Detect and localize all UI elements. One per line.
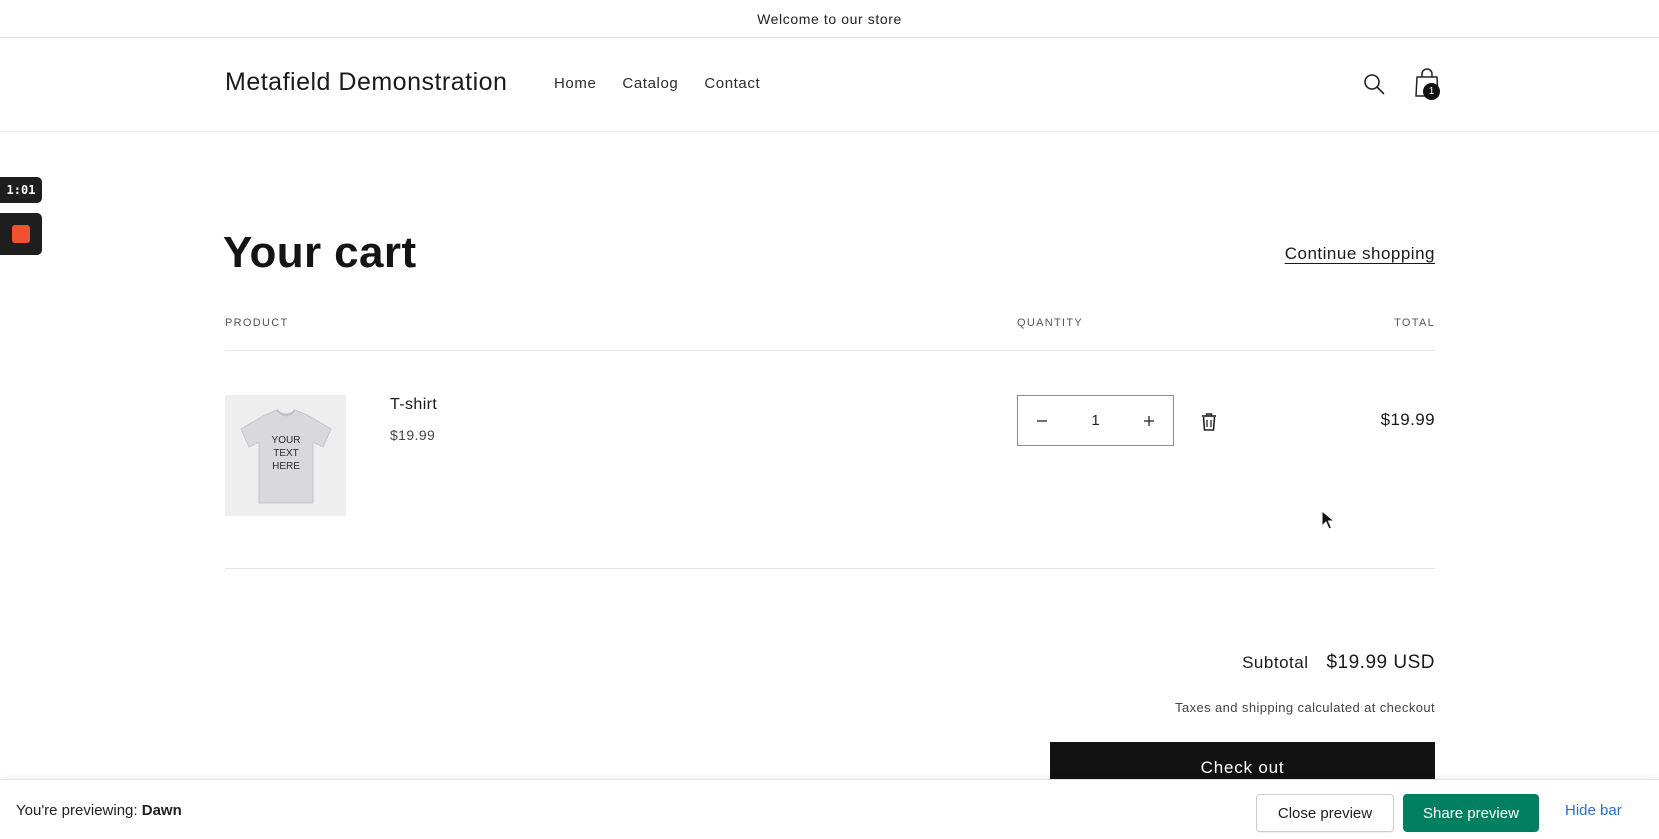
column-header-quantity: QUANTITY — [1017, 317, 1084, 329]
hide-bar-button[interactable]: Hide bar — [1565, 802, 1622, 819]
tshirt-image: YOUR TEXT HERE — [239, 408, 332, 503]
plus-icon — [1144, 415, 1154, 426]
subtotal-label: Subtotal — [1242, 653, 1309, 672]
image-text-line-2: TEXT — [273, 448, 299, 459]
image-text-line-3: HERE — [272, 461, 300, 472]
theme-preview-bar: You're previewing: Dawn Close preview Sh… — [0, 779, 1659, 839]
product-image[interactable]: YOUR TEXT HERE — [225, 395, 346, 516]
nav-home[interactable]: Home — [554, 75, 596, 92]
product-name[interactable]: T-shirt — [390, 396, 437, 414]
cart-title: Your cart — [223, 228, 417, 277]
stop-icon — [12, 225, 30, 243]
continue-shopping-link[interactable]: Continue shopping — [1285, 244, 1435, 264]
mouse-cursor-icon — [1321, 510, 1335, 530]
share-preview-button[interactable]: Share preview — [1403, 794, 1539, 832]
column-header-product: PRODUCT — [225, 317, 289, 329]
announcement-text: Welcome to our store — [757, 10, 902, 27]
line-item-total: $19.99 — [1380, 410, 1435, 429]
tax-note: Taxes and shipping calculated at checkou… — [1175, 700, 1435, 715]
product-unit-price: $19.99 — [390, 427, 436, 443]
items-divider — [225, 568, 1435, 569]
store-logo[interactable]: Metafield Demonstration — [225, 68, 507, 97]
subtotal-value: $19.99 USD — [1326, 652, 1435, 673]
column-header-total: TOTAL — [1394, 317, 1435, 329]
previewing-label: You're previewing: — [16, 802, 138, 819]
trash-icon[interactable] — [1200, 412, 1218, 432]
minus-icon — [1037, 419, 1047, 422]
stop-recording-button[interactable] — [0, 213, 42, 255]
cart-count-badge: 1 — [1423, 83, 1440, 100]
quantity-input[interactable]: 1 — [1091, 412, 1099, 429]
main-nav: Home Catalog Contact — [554, 75, 760, 92]
quantity-stepper: 1 — [1017, 395, 1174, 446]
increase-quantity-button[interactable] — [1137, 409, 1161, 433]
decrease-quantity-button[interactable] — [1030, 409, 1054, 433]
image-text-line-1: YOUR — [271, 435, 300, 446]
header-divider — [225, 350, 1435, 351]
subtotal-row: Subtotal $19.99 USD — [1242, 652, 1435, 674]
nav-catalog[interactable]: Catalog — [622, 75, 678, 92]
preview-status: You're previewing: Dawn — [16, 802, 182, 819]
recording-timer: 1:01 — [0, 177, 42, 203]
close-preview-button[interactable]: Close preview — [1256, 794, 1394, 832]
announcement-bar: Welcome to our store — [0, 0, 1659, 38]
search-icon[interactable] — [1362, 72, 1386, 96]
site-header: Metafield Demonstration Home Catalog Con… — [0, 38, 1659, 132]
theme-name: Dawn — [141, 802, 182, 819]
nav-contact[interactable]: Contact — [704, 75, 760, 92]
